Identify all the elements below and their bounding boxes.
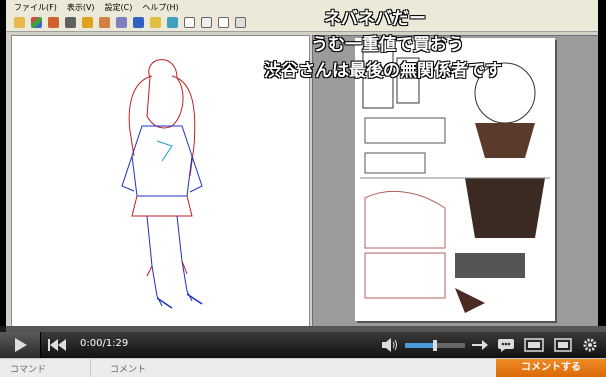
comment-input[interactable]: コメント	[110, 362, 146, 375]
menu-help[interactable]: ヘルプ(H)	[142, 2, 178, 13]
volume-slider[interactable]	[405, 340, 465, 351]
video-area[interactable]: ファイル(F) 表示(V) 設定(C) ヘルプ(H) ネバネバだー うむ一重値で…	[0, 0, 606, 330]
layout-icon[interactable]	[82, 17, 93, 28]
export-icon[interactable]	[99, 17, 110, 28]
divider	[90, 359, 91, 377]
page-icon[interactable]	[184, 17, 195, 28]
comment-bar: コマンド コメント コメントする	[0, 358, 606, 377]
menu-bar: ファイル(F) 表示(V) 設定(C) ヘルプ(H)	[6, 0, 598, 14]
overlay-comment-2: うむ一重値で買おう	[311, 35, 464, 55]
help-icon[interactable]	[150, 17, 161, 28]
overlay-comment-3: 渋谷さんは最後の無関係者です	[264, 61, 502, 81]
time-display: 0:00/1:29	[80, 338, 129, 349]
view-icon[interactable]	[167, 17, 178, 28]
repeat-arrow-icon[interactable]	[472, 338, 488, 352]
fullscreen-icon[interactable]	[554, 338, 572, 352]
single-page-icon[interactable]	[218, 17, 229, 28]
overlay-comment-1: ネバネバだー	[324, 9, 426, 29]
volume-icon[interactable]	[382, 338, 398, 352]
screen-size-icon[interactable]	[524, 338, 544, 352]
menu-file[interactable]: ファイル(F)	[14, 2, 57, 13]
command-input[interactable]: コマンド	[10, 362, 46, 375]
gear-icon[interactable]	[583, 338, 597, 352]
list-icon[interactable]	[235, 17, 246, 28]
player-controls: 0:00/1:29	[0, 332, 606, 358]
grid-icon[interactable]	[201, 17, 212, 28]
skip-back-icon[interactable]	[48, 339, 66, 351]
print-icon[interactable]	[65, 17, 76, 28]
menu-view[interactable]: 表示(V)	[67, 2, 95, 13]
cube-3d-icon[interactable]	[31, 17, 42, 28]
menu-settings[interactable]: 設定(C)	[105, 2, 133, 13]
papercraft-app-window: ファイル(F) 表示(V) 設定(C) ヘルプ(H) ネバネバだー うむ一重値で…	[6, 0, 598, 326]
comment-toggle-icon[interactable]	[497, 338, 515, 352]
blue-tool-icon[interactable]	[133, 17, 144, 28]
volume-knob[interactable]	[433, 340, 437, 351]
post-comment-button[interactable]: コメントする	[496, 359, 606, 377]
settings-icon[interactable]	[116, 17, 127, 28]
cut-icon[interactable]	[48, 17, 59, 28]
volume-fill	[405, 343, 435, 348]
toolbar	[6, 14, 598, 32]
open-folder-icon[interactable]	[14, 17, 25, 28]
play-button[interactable]	[0, 332, 41, 358]
